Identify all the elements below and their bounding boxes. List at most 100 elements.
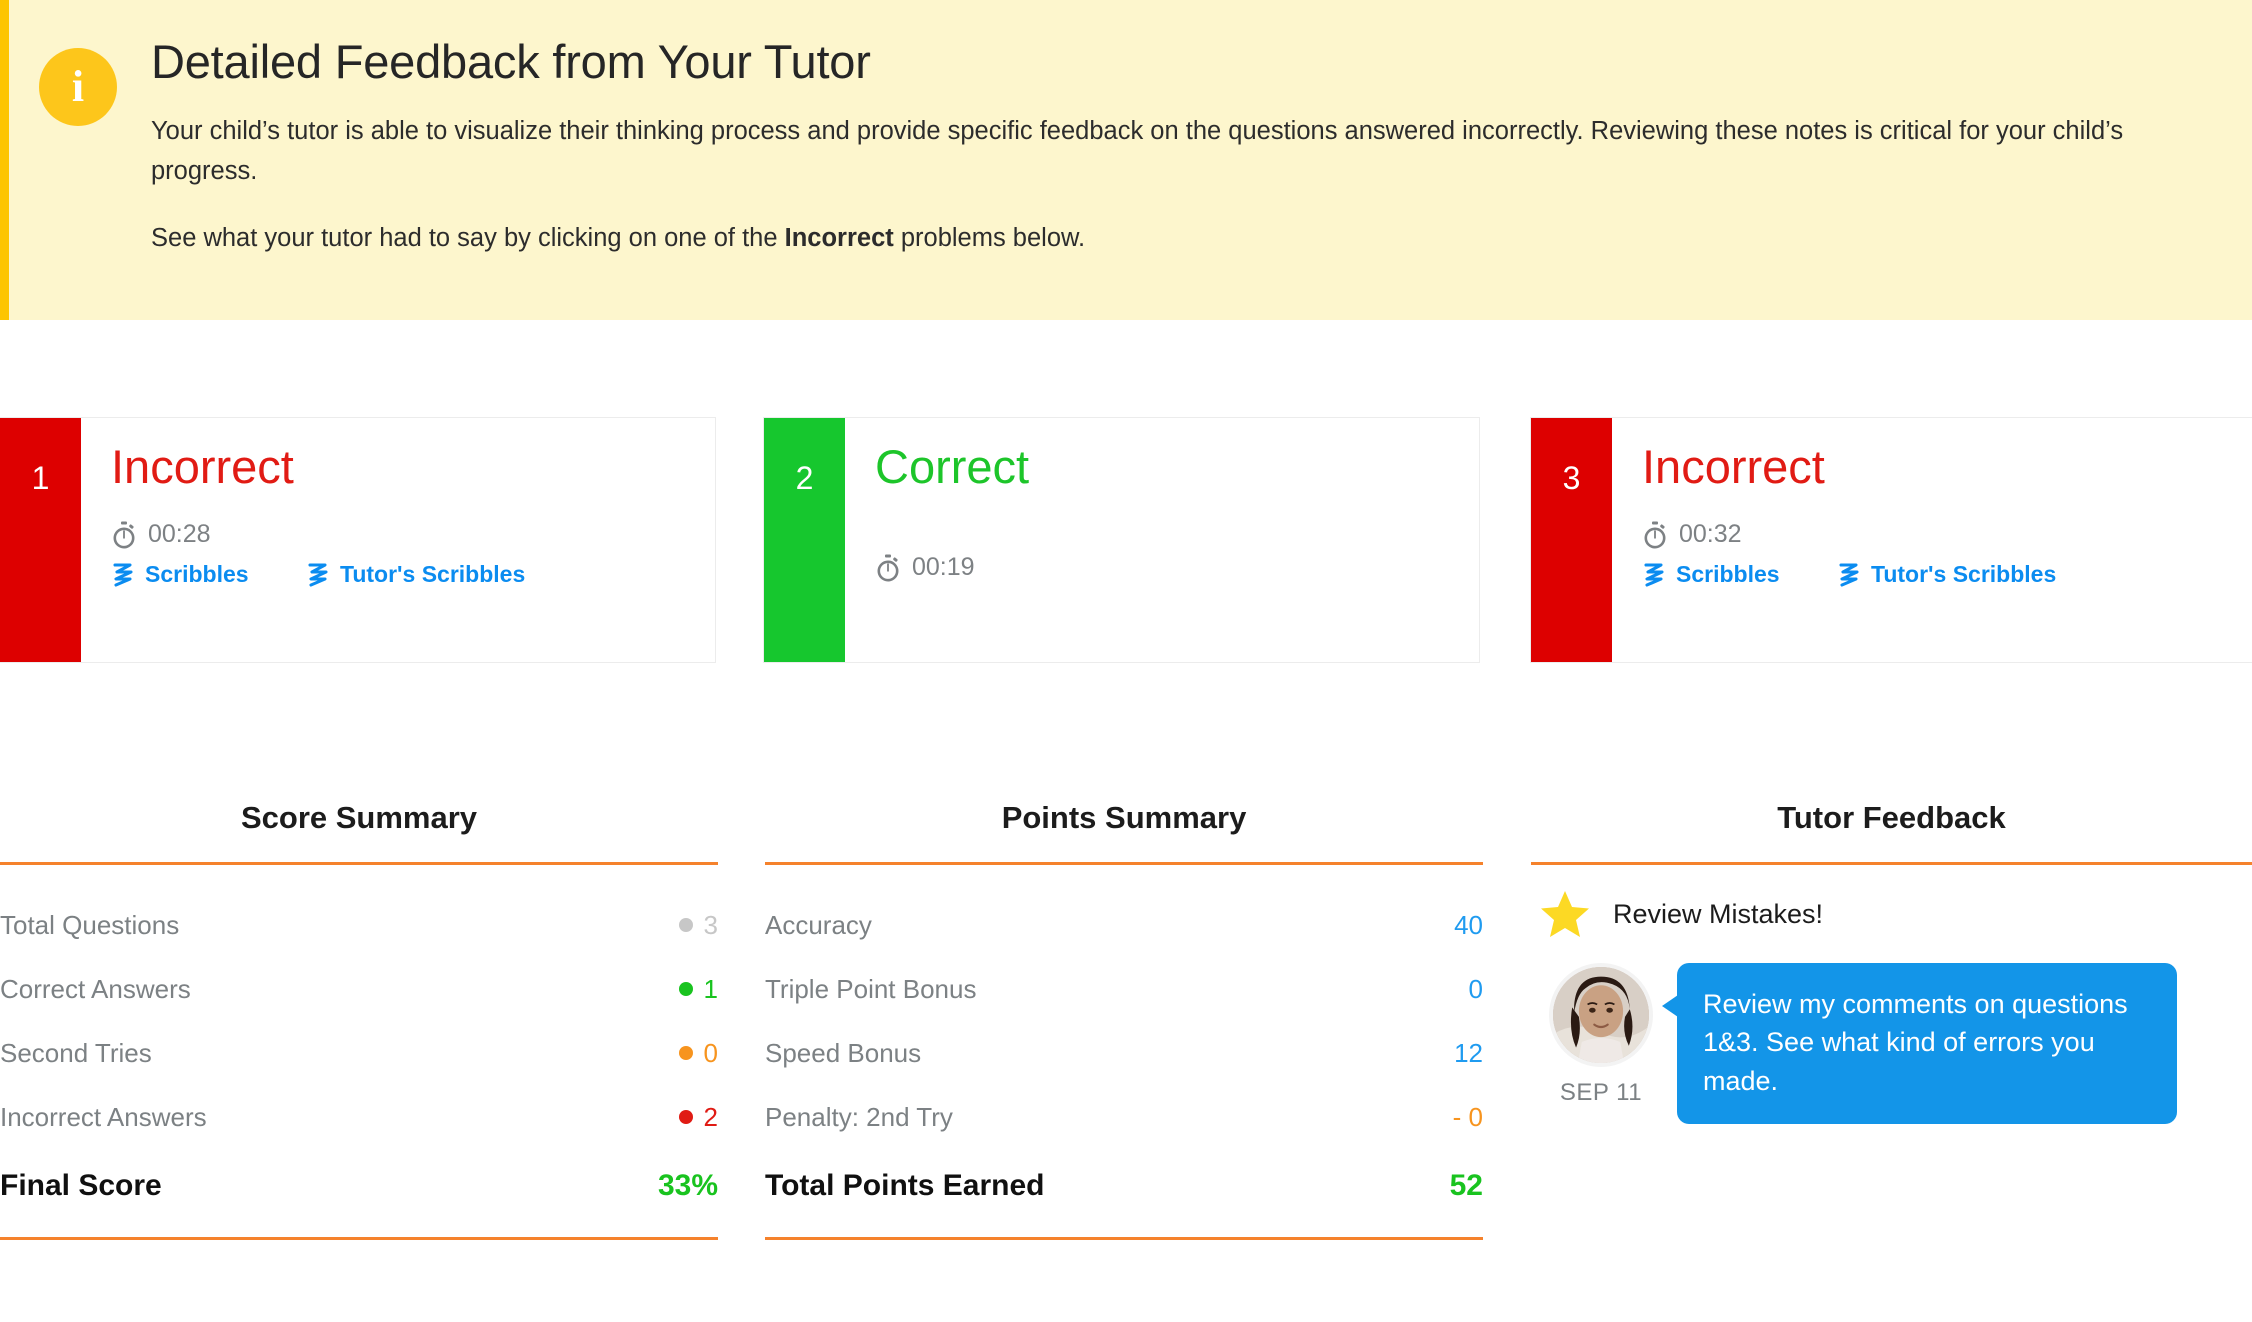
scribbles-link-label: Scribbles	[1676, 561, 1780, 588]
row-value-text: 0	[1468, 973, 1483, 1004]
table-row: Penalty: 2nd Try - 0	[765, 1085, 1483, 1149]
scribble-icon	[306, 562, 330, 588]
scribbles-link[interactable]: Scribbles	[111, 561, 306, 588]
bubble-wrapper: Review my comments on questions 1&3. See…	[1662, 963, 2252, 1124]
problem-time-value: 00:28	[148, 520, 211, 549]
table-row: Total Questions 3	[0, 893, 718, 957]
banner-paragraph-2-after: problems below.	[893, 224, 1086, 253]
total-points-label: Total Points Earned	[765, 1169, 1045, 1202]
problem-links: Scribbles Tutor's Scribbles	[111, 561, 715, 588]
problem-card[interactable]: 1 Incorrect 00:28 Scribbles Tutor's Scri…	[0, 417, 716, 663]
status-dot	[678, 1110, 693, 1124]
row-value-text: - 0	[1452, 1101, 1483, 1132]
row-value-text: 2	[703, 1101, 718, 1132]
problem-card-body: Correct 00:19	[845, 418, 1479, 662]
feedback-date: SEP 11	[1559, 1079, 1643, 1106]
table-row: Triple Point Bonus 0	[765, 957, 1483, 1021]
row-label: Speed Bonus	[765, 1037, 922, 1068]
tutor-scribbles-link-label: Tutor's Scribbles	[340, 561, 526, 588]
row-value: 2	[678, 1101, 718, 1133]
banner-paragraph-1: Your child’s tutor is able to visualize …	[151, 117, 2124, 185]
row-label: Penalty: 2nd Try	[765, 1101, 953, 1132]
problem-status: Incorrect	[1642, 440, 1825, 493]
row-label: Correct Answers	[0, 973, 191, 1004]
row-label: Second Tries	[0, 1037, 152, 1068]
row-value: 1	[678, 973, 718, 1005]
feedback-headline: Review Mistakes!	[1613, 898, 1824, 929]
problem-card[interactable]: 3 Incorrect 00:32 Scribbles Tutor's Scri…	[1530, 417, 2252, 663]
table-row: Accuracy 40	[765, 893, 1483, 957]
divider	[765, 1237, 1483, 1240]
row-label: Accuracy	[765, 909, 872, 940]
scribble-icon	[111, 562, 135, 588]
banner-body: Detailed Feedback from Your Tutor Your c…	[151, 34, 2192, 259]
problem-number-badge: 3	[1531, 418, 1612, 662]
total-points-value: 52	[1449, 1169, 1483, 1202]
status-dot	[678, 982, 693, 996]
tutor-scribbles-link[interactable]: Tutor's Scribbles	[306, 561, 525, 588]
table-row-total: Final Score 33%	[0, 1149, 718, 1223]
info-icon: i	[39, 48, 117, 126]
row-value-text: 1	[703, 973, 718, 1004]
problem-time: 00:28	[111, 520, 715, 549]
row-value: 3	[678, 909, 718, 941]
table-row: Second Tries 0	[0, 1021, 718, 1085]
row-label: Total Questions	[0, 909, 180, 940]
page-title: Detailed Feedback from Your Tutor	[151, 35, 871, 88]
problem-time: 00:19	[875, 553, 1479, 582]
tutor-feedback-title: Tutor Feedback	[1777, 800, 2006, 835]
stopwatch-icon	[875, 554, 901, 582]
scribble-icon	[1837, 562, 1861, 588]
banner-paragraph-2-before: See what your tutor had to say by clicki…	[151, 224, 785, 253]
points-summary-panel: Points Summary Accuracy 40 Triple Point …	[765, 800, 1483, 1240]
row-value-text: 12	[1454, 1037, 1483, 1068]
problem-number-badge: 1	[0, 418, 81, 662]
stopwatch-icon	[111, 521, 137, 549]
stopwatch-icon	[1642, 521, 1668, 549]
tutor-feedback-panel: Tutor Feedback Review Mistakes! SEP 11 R…	[1531, 800, 2252, 1124]
problem-status: Incorrect	[111, 440, 294, 493]
score-summary-panel: Score Summary Total Questions 3 Correct …	[0, 800, 718, 1240]
row-value-text: 0	[703, 1037, 718, 1068]
tutor-scribbles-link[interactable]: Tutor's Scribbles	[1837, 561, 2056, 588]
feedback-headline-row: Review Mistakes!	[1531, 889, 2252, 939]
problem-card[interactable]: 2 Correct 00:19	[763, 417, 1480, 663]
problem-status: Correct	[875, 440, 1030, 493]
scribbles-link-label: Scribbles	[145, 561, 249, 588]
final-score-value: 33%	[657, 1169, 718, 1202]
problem-card-list: 1 Incorrect 00:28 Scribbles Tutor's Scri…	[0, 417, 2252, 663]
score-summary-rows: Total Questions 3 Correct Answers 1 Seco…	[0, 865, 718, 1223]
star-icon	[1539, 889, 1591, 939]
row-value: 0	[678, 1037, 718, 1069]
info-banner: i Detailed Feedback from Your Tutor Your…	[0, 0, 2252, 320]
problem-number-badge: 2	[764, 418, 845, 662]
avatar	[1549, 963, 1653, 1067]
problem-card-body: Incorrect 00:32 Scribbles Tutor's Scribb…	[1612, 418, 2252, 662]
scribble-icon	[1642, 562, 1666, 588]
tutor-scribbles-link-label: Tutor's Scribbles	[1871, 561, 2057, 588]
table-row: Correct Answers 1	[0, 957, 718, 1021]
problem-card-body: Incorrect 00:28 Scribbles Tutor's Scribb…	[81, 418, 715, 662]
problem-time-value: 00:32	[1679, 520, 1742, 549]
table-row: Speed Bonus 12	[765, 1021, 1483, 1085]
table-row: Incorrect Answers 2	[0, 1085, 718, 1149]
table-row-total: Total Points Earned 52	[765, 1149, 1483, 1223]
status-dot	[678, 918, 693, 932]
feedback-message-row: SEP 11 Review my comments on questions 1…	[1531, 963, 2252, 1124]
final-score-label: Final Score	[0, 1169, 162, 1202]
avatar-block: SEP 11	[1541, 963, 1661, 1124]
row-value-text: 3	[703, 909, 718, 940]
row-value-text: 40	[1454, 909, 1483, 940]
row-label: Incorrect Answers	[0, 1101, 207, 1132]
banner-paragraph-2: See what your tutor had to say by clicki…	[151, 219, 2151, 259]
feedback-message-bubble: Review my comments on questions 1&3. See…	[1662, 963, 2177, 1124]
divider	[0, 1237, 718, 1240]
tutor-feedback-body: Review Mistakes! SEP 11 Review my commen…	[1531, 865, 2252, 1124]
problem-links: Scribbles Tutor's Scribbles	[1642, 561, 2252, 588]
scribbles-link[interactable]: Scribbles	[1642, 561, 1837, 588]
problem-time-value: 00:19	[912, 553, 975, 582]
status-dot	[678, 1046, 693, 1060]
points-summary-rows: Accuracy 40 Triple Point Bonus 0 Speed B…	[765, 865, 1483, 1223]
row-label: Triple Point Bonus	[765, 973, 977, 1004]
banner-paragraph-2-bold: Incorrect	[784, 224, 894, 253]
